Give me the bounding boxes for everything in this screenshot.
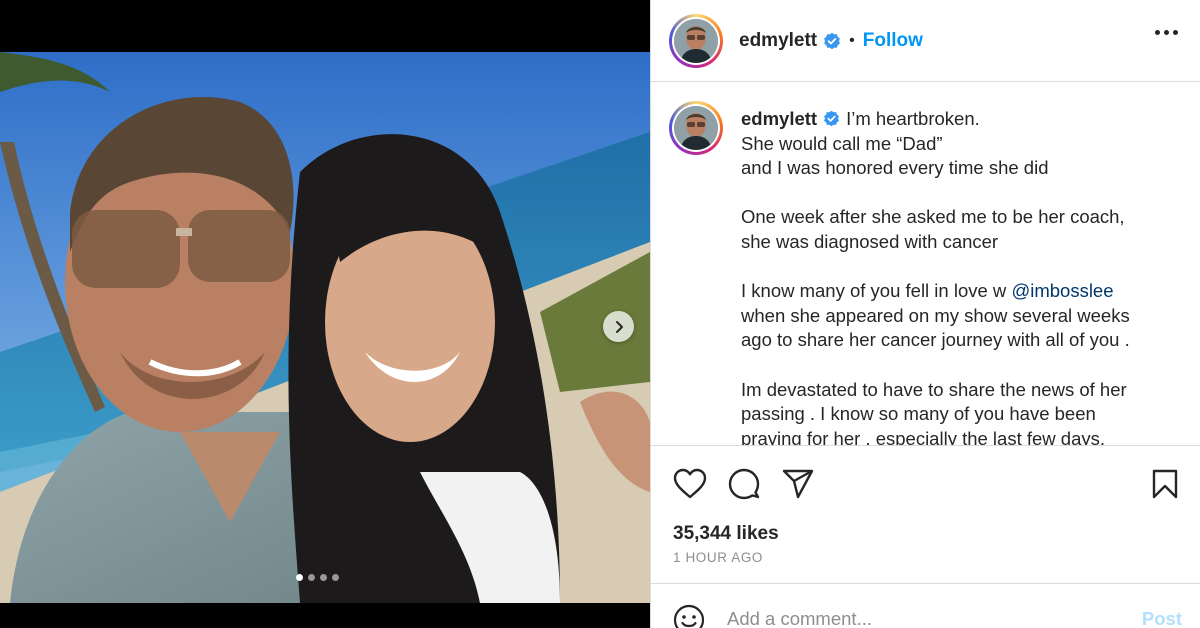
post-panel: edmylett • Follow edmylett I’m heartbrok… [650, 0, 1200, 628]
caption-line: passing . I know so many of you have bee… [741, 403, 1096, 425]
post-header: edmylett • Follow [651, 0, 1200, 82]
caption-line: Im devastated to have to share the news … [741, 378, 1127, 400]
post-media-pane [0, 0, 650, 628]
caption-line: I know many of you fell in love w [741, 280, 1012, 302]
caption-line: when she appeared on my show several wee… [741, 304, 1130, 326]
verified-badge-icon [823, 32, 841, 50]
caption-line: I’m heartbroken. [846, 108, 980, 129]
caption-area: edmylett I’m heartbroken. She would call … [651, 83, 1200, 445]
heart-icon[interactable] [673, 468, 707, 505]
mention-link[interactable]: @imbosslee [1011, 280, 1113, 301]
caption-text: edmylett I’m heartbroken. She would call … [741, 107, 1161, 445]
carousel-indicator [296, 574, 339, 581]
share-icon[interactable] [781, 468, 815, 505]
bookmark-icon[interactable] [1151, 468, 1179, 505]
carousel-dot [296, 574, 303, 581]
header-username[interactable]: edmylett [739, 30, 817, 52]
post-comment-button[interactable]: Post [1142, 608, 1182, 628]
chevron-right-icon [615, 320, 623, 333]
caption-line: One week after she asked me to be her co… [741, 206, 1125, 228]
carousel-dot [332, 574, 339, 581]
emoji-icon[interactable] [673, 604, 705, 628]
follow-button[interactable]: Follow [863, 30, 923, 52]
comment-input[interactable] [727, 608, 1107, 628]
more-options-icon[interactable] [1155, 30, 1178, 35]
comment-icon[interactable] [727, 468, 761, 505]
caption-avatar[interactable] [669, 101, 723, 155]
caption-line: praying for her , especially the last fe… [741, 427, 1106, 445]
carousel-next-button[interactable] [603, 311, 634, 342]
comment-bar: Post [651, 583, 1200, 628]
post-actions: 35,344 likes 1 HOUR AGO [651, 445, 1200, 583]
avatar-image [674, 18, 718, 63]
caption-line: she was diagnosed with cancer [741, 230, 999, 252]
post-timestamp: 1 HOUR AGO [673, 550, 764, 565]
caption-line: ago to share her cancer journey with all… [741, 329, 1130, 351]
verified-badge-icon [823, 110, 840, 127]
likes-count[interactable]: 35,344 likes [673, 523, 779, 545]
avatar[interactable] [669, 13, 723, 68]
post-photo[interactable] [0, 52, 650, 603]
caption-username[interactable]: edmylett [741, 108, 817, 129]
caption-line: She would call me “Dad” [741, 132, 943, 154]
header-separator: • [849, 31, 855, 49]
caption-line: and I was honored every time she did [741, 157, 1049, 179]
photo-illustration [0, 52, 650, 603]
caption-mention-line: I know many of you fell in love w @imbos… [741, 279, 1161, 304]
caption-first-line: edmylett I’m heartbroken. [741, 107, 1161, 132]
carousel-dot [320, 574, 327, 581]
avatar-image [674, 106, 718, 150]
carousel-dot [308, 574, 315, 581]
